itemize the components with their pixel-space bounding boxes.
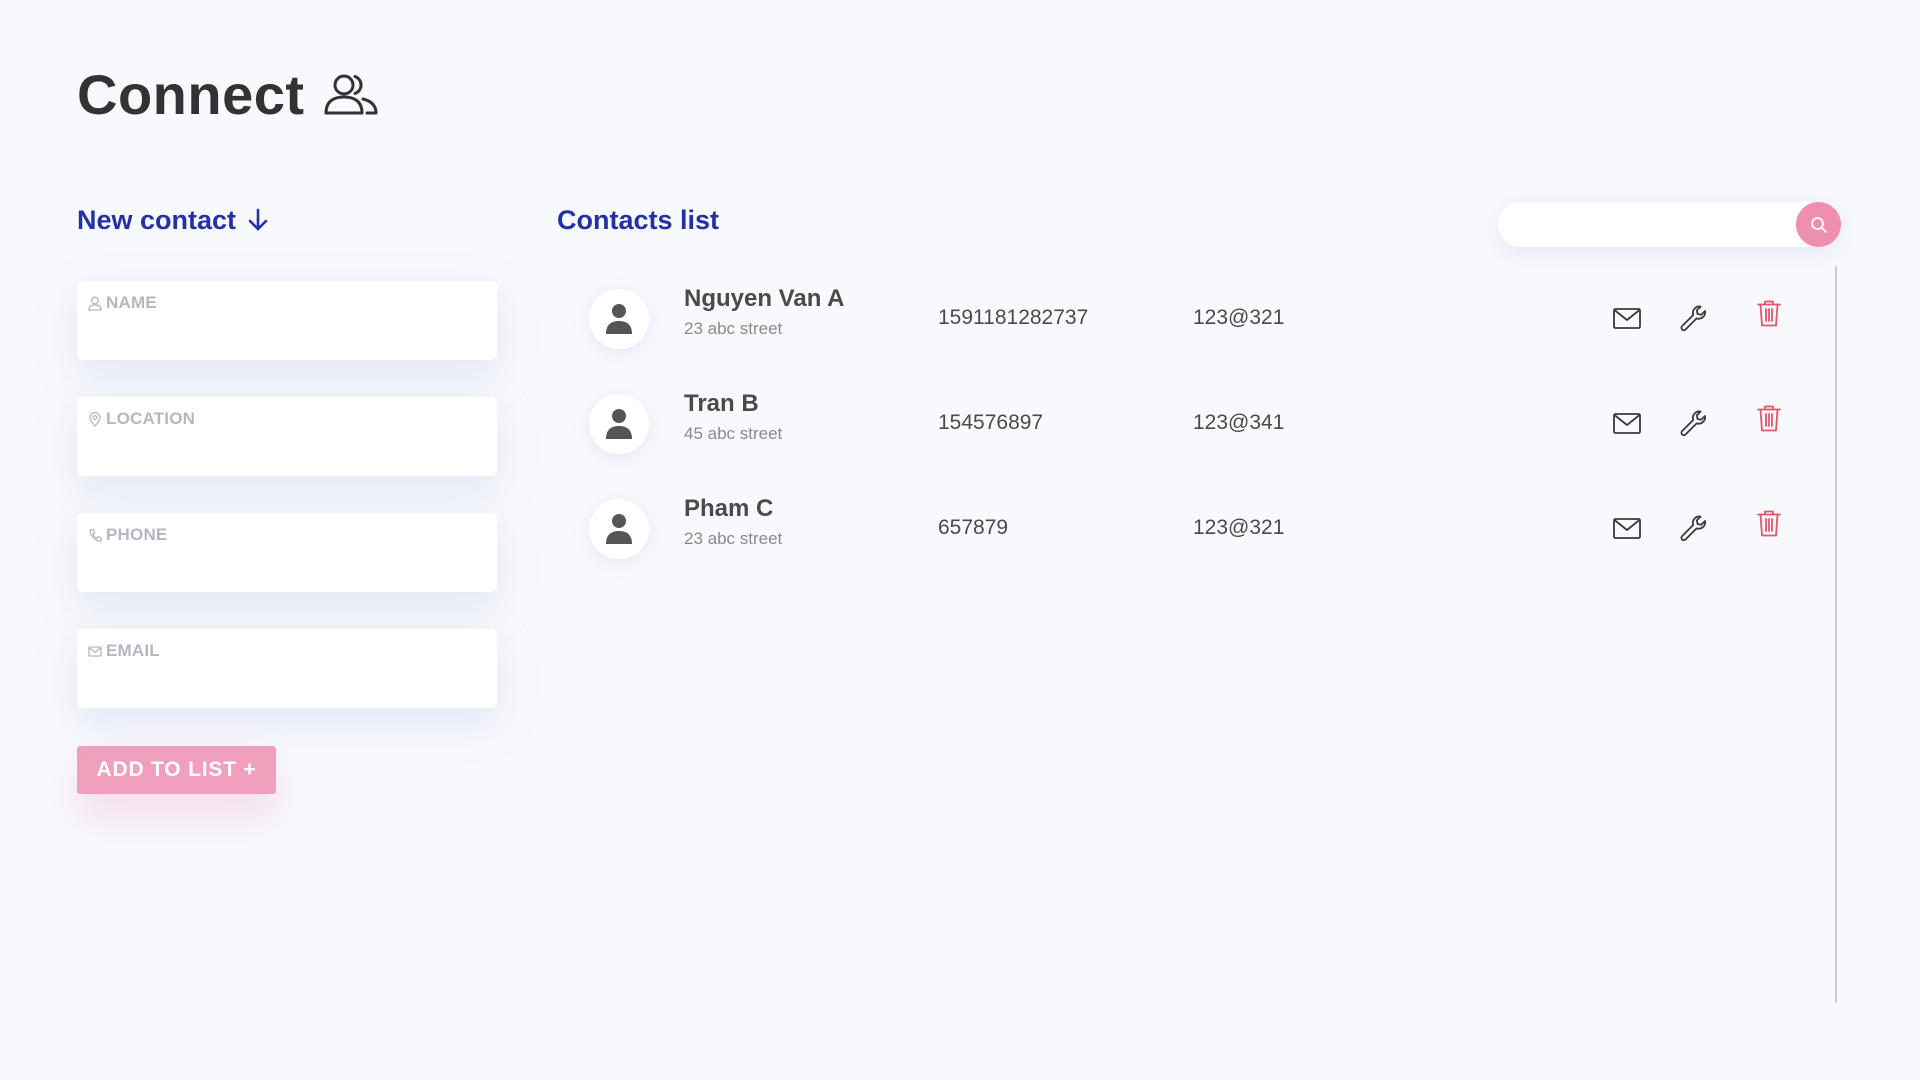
search-button[interactable] [1796, 202, 1841, 247]
phone-field[interactable]: PHONE [77, 513, 497, 592]
person-icon [606, 514, 632, 544]
send-mail-button[interactable] [1610, 406, 1644, 440]
new-contact-heading: New contact [77, 200, 497, 240]
contact-address: 23 abc street [684, 529, 783, 548]
map-pin-icon [89, 411, 101, 427]
contact-address: 45 abc street [684, 424, 783, 443]
contact-email: 123@321 [1193, 306, 1285, 329]
mail-icon [1613, 413, 1641, 434]
edit-contact-button[interactable] [1677, 511, 1711, 545]
name-field[interactable]: NAME [77, 281, 497, 360]
contact-email: 123@341 [1193, 411, 1285, 434]
name-label: NAME [88, 293, 157, 313]
user-icon [88, 296, 102, 311]
location-input[interactable] [89, 436, 485, 464]
wrench-icon [1680, 515, 1706, 542]
name-input[interactable] [89, 320, 485, 348]
mail-icon [1613, 518, 1641, 539]
edit-contact-button[interactable] [1677, 406, 1711, 440]
contact-row: Nguyen Van A 23 abc street 1591181282737… [557, 279, 1797, 359]
new-contact-panel: New contact NAME LOCATION PHONE EMAIL AD… [77, 200, 497, 794]
email-input[interactable] [89, 668, 485, 696]
phone-icon [89, 528, 102, 542]
app-header: Connect [77, 62, 379, 127]
edit-contact-button[interactable] [1677, 301, 1711, 335]
search-icon [1810, 216, 1827, 233]
contacts-list-title: Contacts list [557, 204, 720, 235]
delete-contact-button[interactable] [1752, 401, 1786, 435]
contact-phone: 1591181282737 [938, 306, 1089, 329]
contact-phone: 154576897 [938, 411, 1044, 434]
contact-email: 123@321 [1193, 516, 1285, 539]
users-icon [324, 74, 377, 114]
contact-row: Tran B 45 abc street 154576897 123@341 [557, 384, 1797, 464]
app-title: Connect [77, 63, 305, 126]
delete-contact-button[interactable] [1752, 296, 1786, 330]
app-page: Connect New contact NAME LOCATION PHONE … [0, 0, 1920, 1080]
wrench-icon [1680, 410, 1706, 437]
contact-phone: 657879 [938, 516, 1009, 539]
contact-name: Nguyen Van A [684, 285, 845, 312]
delete-contact-button[interactable] [1752, 506, 1786, 540]
trash-icon [1757, 405, 1781, 432]
person-icon [606, 409, 632, 439]
location-label: LOCATION [88, 409, 195, 429]
avatar [589, 289, 649, 349]
contact-address: 23 abc street [684, 319, 783, 338]
phone-label: PHONE [88, 525, 167, 545]
contact-name: Pham C [684, 495, 774, 522]
search-box [1498, 202, 1841, 247]
location-field[interactable]: LOCATION [77, 397, 497, 476]
send-mail-button[interactable] [1610, 301, 1644, 335]
trash-icon [1757, 300, 1781, 327]
new-contact-form: NAME LOCATION PHONE EMAIL [77, 281, 497, 708]
contact-row: Pham C 23 abc street 657879 123@321 [557, 489, 1797, 569]
person-icon [606, 304, 632, 334]
arrow-down-icon [248, 208, 268, 231]
list-scrollbar[interactable] [1835, 266, 1837, 1002]
new-contact-title: New contact [77, 204, 237, 235]
wrench-icon [1680, 305, 1706, 332]
mail-icon [88, 645, 102, 657]
avatar [589, 499, 649, 559]
send-mail-button[interactable] [1610, 511, 1644, 545]
trash-icon [1757, 510, 1781, 537]
email-field[interactable]: EMAIL [77, 629, 497, 708]
mail-icon [1613, 308, 1641, 329]
email-label: EMAIL [88, 641, 160, 661]
phone-input[interactable] [89, 552, 485, 580]
avatar [589, 394, 649, 454]
search-input[interactable] [1516, 210, 1776, 240]
contact-name: Tran B [684, 390, 759, 417]
add-to-list-button[interactable]: ADD TO LIST + [77, 746, 276, 794]
